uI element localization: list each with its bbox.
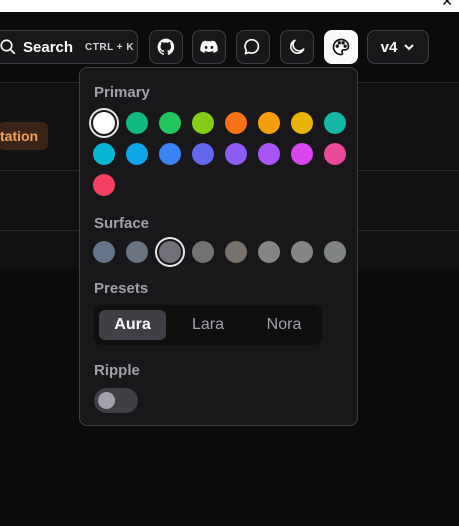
palette-icon [332, 38, 350, 56]
primary-color-swatch[interactable] [225, 143, 247, 165]
discussions-icon [244, 38, 260, 55]
surface-color-swatch[interactable] [159, 241, 181, 263]
primary-color-swatch[interactable] [258, 143, 280, 165]
primary-color-swatch[interactable] [192, 143, 214, 165]
search-shortcut: CTRL + K [85, 41, 135, 53]
primary-color-swatch[interactable] [324, 143, 346, 165]
version-label: v4 [380, 38, 398, 56]
preset-lara[interactable]: Lara [175, 310, 241, 340]
primary-color-swatch[interactable] [324, 112, 346, 134]
presets-title: Presets [94, 280, 149, 297]
surface-color-swatch[interactable] [258, 241, 280, 263]
search-label: Search [23, 38, 74, 56]
surface-color-swatch[interactable] [225, 241, 247, 263]
github-button[interactable] [149, 30, 183, 64]
moon-icon [290, 39, 305, 54]
discord-icon [200, 40, 218, 53]
presets-selector: Aura Lara Nora [94, 305, 322, 345]
close-icon[interactable]: ✕ [441, 0, 453, 10]
discussions-button[interactable] [236, 30, 270, 64]
primary-color-swatch[interactable] [225, 112, 247, 134]
primary-color-swatch[interactable] [192, 112, 214, 134]
primary-color-swatch[interactable] [93, 112, 115, 134]
preset-nora[interactable]: Nora [251, 310, 317, 340]
search-button[interactable]: Search CTRL + K [0, 30, 138, 64]
surface-color-swatch[interactable] [126, 241, 148, 263]
primary-color-swatch[interactable] [258, 112, 280, 134]
surface-color-swatch[interactable] [93, 241, 115, 263]
surface-title: Surface [94, 215, 150, 232]
version-dropdown[interactable]: v4 [367, 30, 429, 64]
github-icon [157, 38, 175, 55]
primary-color-swatch[interactable] [93, 174, 115, 196]
primary-color-swatch[interactable] [291, 143, 313, 165]
chevron-down-icon [404, 44, 415, 51]
surface-color-swatch[interactable] [324, 241, 346, 263]
theme-palette-button[interactable] [324, 30, 358, 64]
primary-color-swatch[interactable] [126, 143, 148, 165]
primary-color-swatch[interactable] [159, 143, 181, 165]
browser-top-strip: ✕ [0, 0, 459, 12]
search-icon [0, 39, 16, 55]
ripple-title: Ripple [94, 362, 140, 379]
surface-color-swatch[interactable] [192, 241, 214, 263]
primary-color-swatch[interactable] [291, 112, 313, 134]
ripple-toggle[interactable] [94, 388, 138, 413]
status-badge: tation [0, 122, 49, 150]
preset-aura[interactable]: Aura [99, 310, 166, 340]
theme-picker-popover: Primary Surface Presets Aura Lara Nora R… [79, 67, 358, 426]
dark-mode-button[interactable] [280, 30, 314, 64]
primary-color-swatch[interactable] [93, 143, 115, 165]
primary-title: Primary [94, 84, 150, 101]
toggle-knob [98, 392, 115, 409]
surface-color-swatch[interactable] [291, 241, 313, 263]
primary-color-swatch[interactable] [159, 112, 181, 134]
primary-color-swatch[interactable] [126, 112, 148, 134]
discord-button[interactable] [192, 30, 226, 64]
